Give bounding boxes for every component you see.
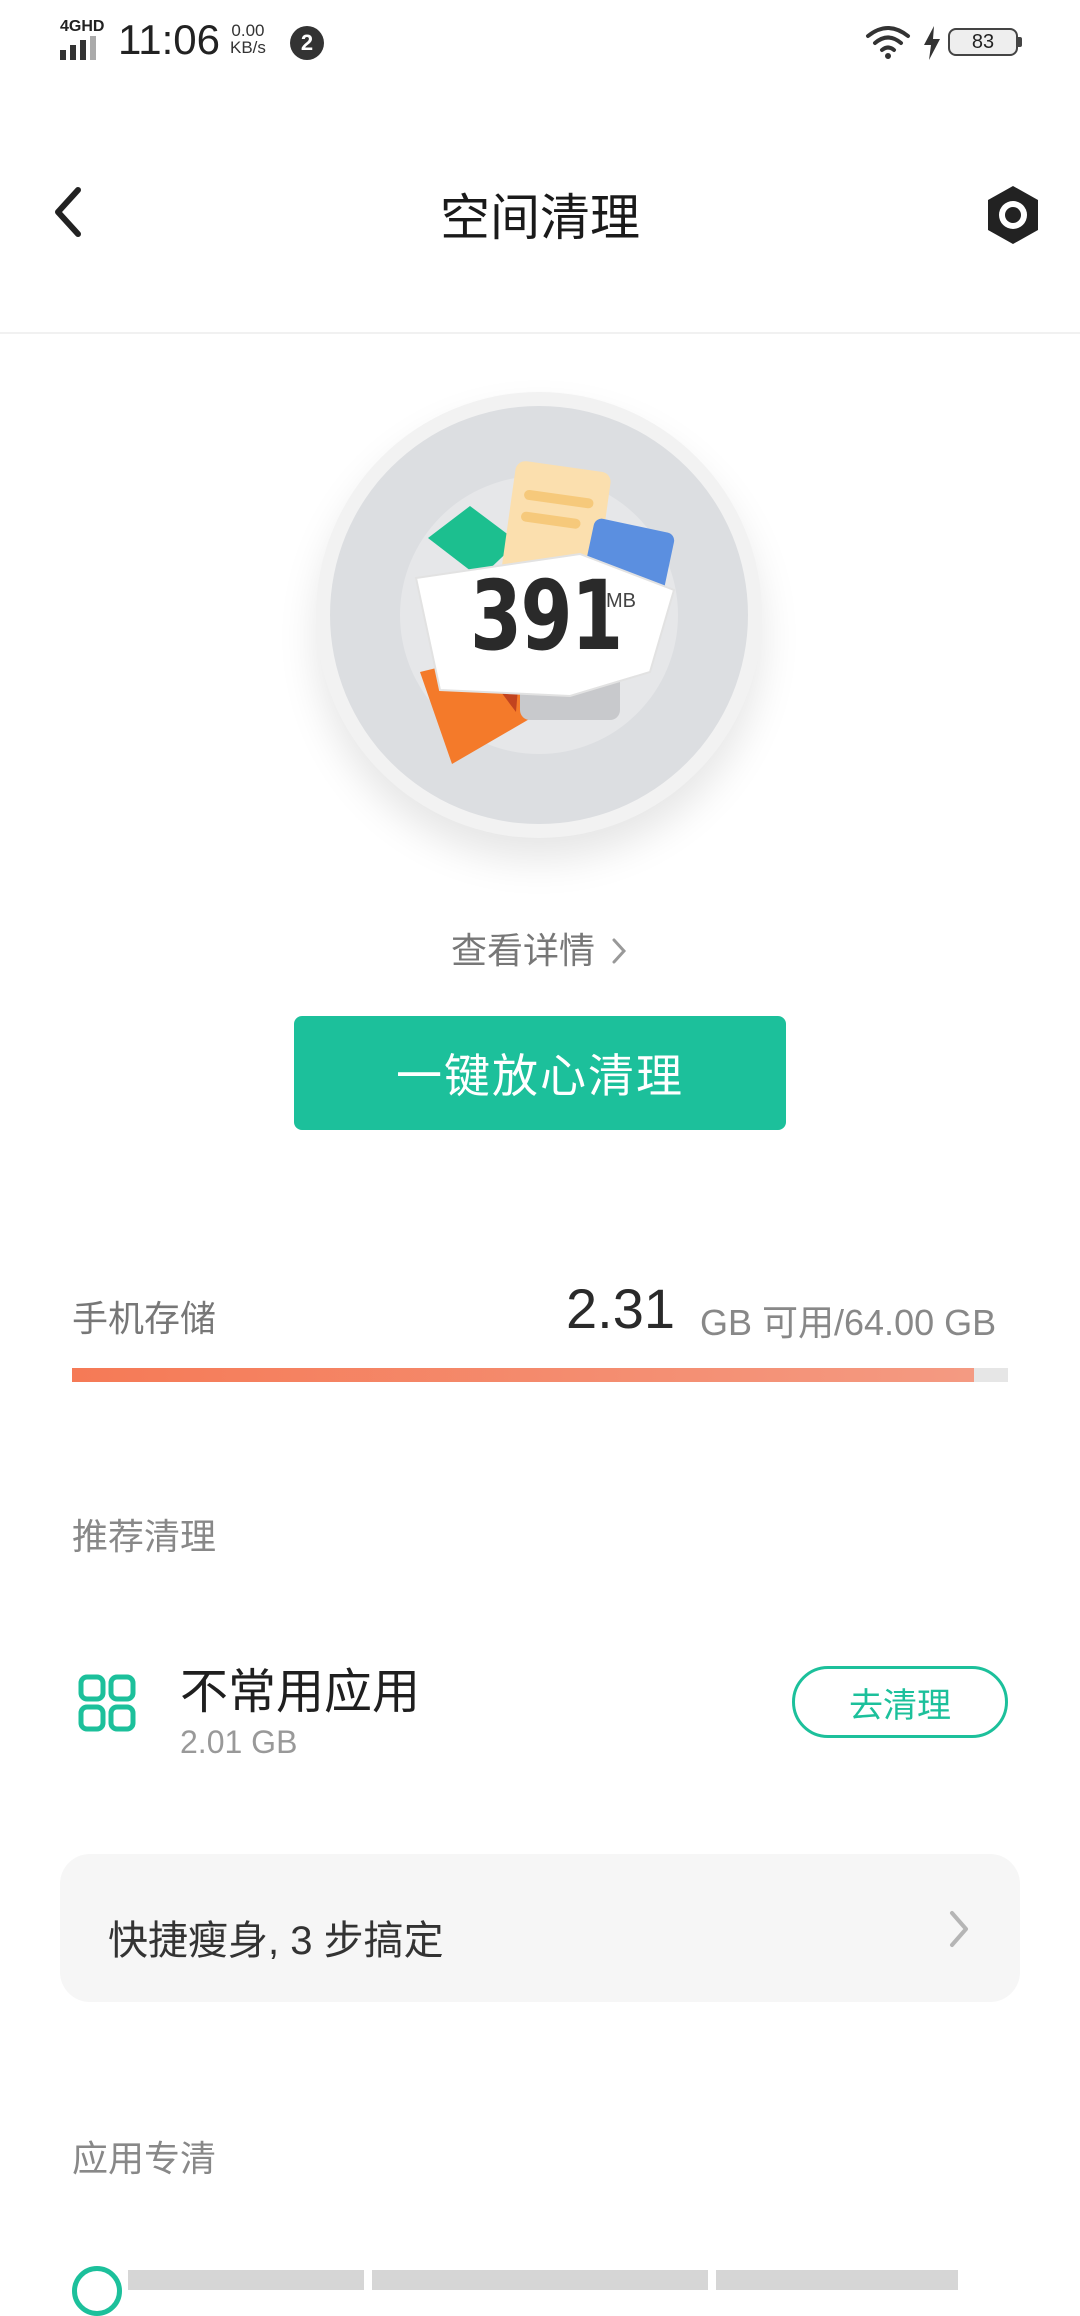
clock: 11:06 [118,16,220,63]
network-type-label: 4GHD [60,18,105,35]
page-title: 空间清理 [440,190,640,246]
view-details-label: 查看详情 [450,930,595,971]
storage-label: 手机存储 [72,1298,217,1339]
wifi-icon [866,26,910,59]
chevron-right-icon [950,1911,968,1947]
quick-slim-label: 快捷瘦身, 3 步搞定 [108,1919,444,1963]
status-bar: 4GHD 11:06 0.00 KB/s 2 83 [0,0,1080,90]
network-speed-value: 0.00 [231,21,265,40]
network-speed: 0.00 KB/s [230,22,266,56]
junk-size-value: 391 [470,560,623,672]
header-divider [0,332,1080,334]
app-clean-section-title: 应用专清 [72,2138,217,2179]
view-details-link[interactable]: 查看详情 [0,922,1080,974]
app-tab-partial [128,2270,364,2290]
app-icon-partial [72,2266,122,2316]
battery-icon: 83 [948,28,1018,56]
unused-apps-size: 2.01 GB [180,1724,298,1760]
battery-tip [1018,37,1022,47]
network-speed-unit: KB/s [230,38,266,57]
notification-badge: 2 [290,26,324,60]
signal-icon [60,36,96,60]
storage-bar-fill [72,1368,974,1382]
chevron-right-icon [612,938,627,964]
storage-available-suffix: GB 可用/64.00 GB [700,1302,997,1343]
app-tab-partial [716,2270,958,2290]
app-tab-partial [372,2270,708,2290]
charging-icon [924,26,940,60]
recommend-section-title: 推荐清理 [72,1516,217,1557]
storage-available-value: 2.31 [566,1277,675,1340]
one-click-clean-button[interactable]: 一键放心清理 [294,1016,786,1130]
apps-grid-icon [78,1674,136,1732]
junk-size-unit: MB [606,590,636,612]
settings-button[interactable] [982,182,1044,248]
unused-apps-title: 不常用应用 [180,1666,421,1719]
go-clean-button[interactable]: 去清理 [792,1666,1008,1738]
